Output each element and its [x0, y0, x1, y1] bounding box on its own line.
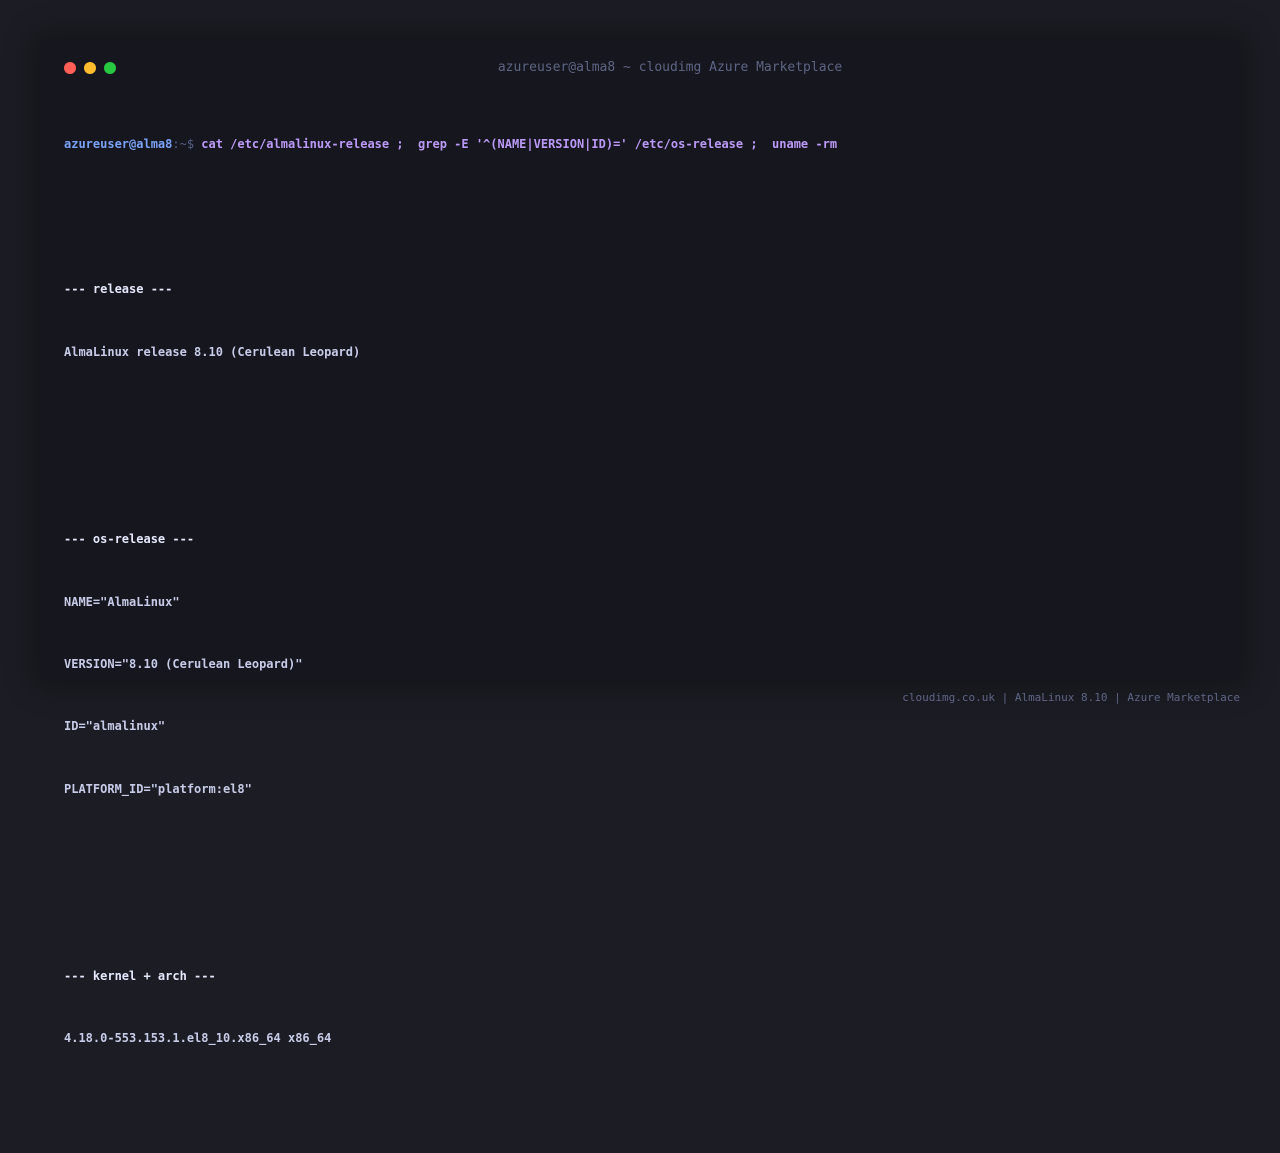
command-prompt-line: azureuser@alma8:~$ cat /etc/almalinux-re…: [64, 134, 1224, 155]
os-release-section-header: --- os-release ---: [64, 532, 195, 547]
kernel-section-header: --- kernel + arch ---: [64, 969, 216, 984]
terminal-window: azureuser@alma8 ~ cloudimg Azure Marketp…: [40, 40, 1240, 1045]
command-text: cat /etc/almalinux-release ; grep -E '^(…: [201, 136, 838, 151]
os-release-id-line: ID="almalinux": [64, 719, 166, 734]
release-section: --- release --- AlmaLinux release 8.10 (…: [64, 238, 1224, 404]
os-release-version-line: VERSION="8.10 (Cerulean Leopard)": [64, 656, 303, 671]
os-release-platform-line: PLATFORM_ID="platform:el8": [64, 781, 252, 796]
footer-caption: cloudimg.co.uk | AlmaLinux 8.10 | Azure …: [902, 691, 1240, 704]
terminal-output[interactable]: azureuser@alma8:~$ cat /etc/almalinux-re…: [64, 92, 1224, 1153]
prompt-user-host: azureuser@alma8: [64, 136, 173, 151]
kernel-section: --- kernel + arch --- 4.18.0-553.153.1.e…: [64, 924, 1224, 1090]
kernel-line: 4.18.0-553.153.1.el8_10.x86_64 x86_64: [64, 1031, 332, 1046]
window-title: azureuser@alma8 ~ cloudimg Azure Marketp…: [497, 60, 843, 75]
os-release-name-line: NAME="AlmaLinux": [64, 594, 180, 609]
release-line: AlmaLinux release 8.10 (Cerulean Leopard…: [64, 344, 361, 359]
prompt-path: :~$: [172, 136, 202, 151]
title-bar: azureuser@alma8 ~ cloudimg Azure Marketp…: [40, 40, 1240, 96]
release-section-header: --- release ---: [64, 282, 173, 297]
os-release-section: --- os-release --- NAME="AlmaLinux" VERS…: [64, 488, 1224, 842]
